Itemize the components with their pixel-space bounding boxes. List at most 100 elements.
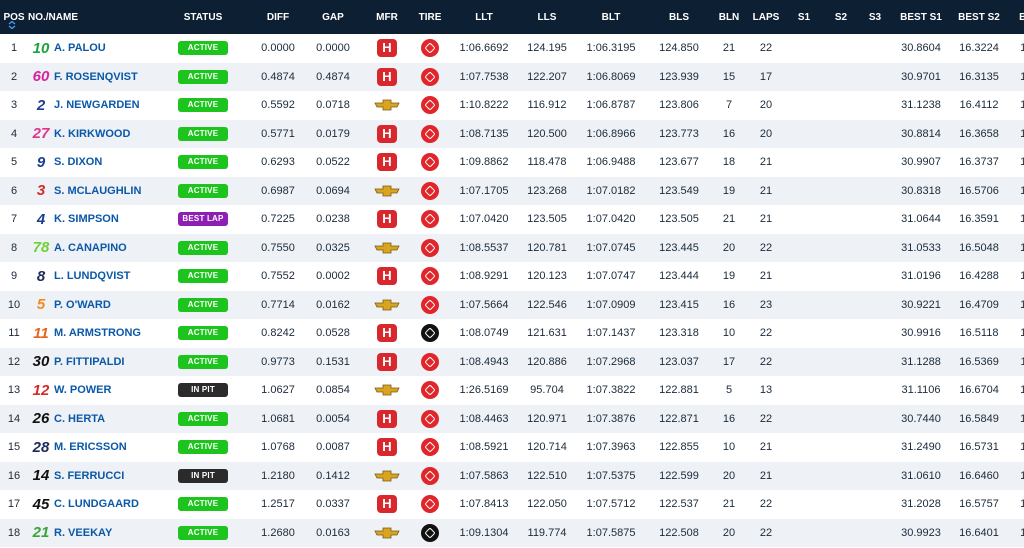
status-badge: IN PIT [178,383,228,398]
red-tire-icon [421,67,439,86]
best-sector-2: 16.4112 [959,99,999,112]
table-row[interactable]: 8 78 A. CANAPINO ACTIVE 0.7550 0.0325 1:08.553… [0,233,1024,263]
tire-cell [412,348,448,377]
sector-3 [858,34,892,63]
table-row[interactable]: 11 11 M. ARMSTRONG ACTIVE 0.8242 0.0528 1:08.0… [0,319,1024,348]
driver-name-link[interactable]: M. ERICSSON [54,433,154,462]
status-badge: ACTIVE [178,411,228,426]
best-lap-time: 1:07.3822 [586,384,636,397]
honda-logo-icon [377,495,397,514]
manufacturer-cell [362,148,412,177]
table-row[interactable]: 18 21 R. VEEKAY ACTIVE 1.2680 0.0163 1:09.1304… [0,518,1024,548]
status-cell: ACTIVE [154,63,252,92]
column-header-tire[interactable]: TIRE [412,0,448,34]
column-header-blt[interactable]: BLT [574,0,648,34]
column-header-s1[interactable]: S1 [784,0,824,34]
best-sector-2: 16.4288 [959,270,999,283]
best-sector-3: 19.6785 [1020,498,1024,511]
laps-completed: 21 [759,469,773,482]
driver-name-link[interactable]: P. FITTIPALDI [54,348,154,377]
table-row[interactable]: 10 5 P. O'WARD ACTIVE 0.7714 0.0162 1:07.5664 1… [0,290,1024,320]
driver-name-link[interactable]: A. PALOU [54,34,154,63]
table-row[interactable]: 14 26C. HERTA ACTIVE 1.0681 0.0054 1:08.4463 1… [0,404,1024,434]
column-header-best-s1[interactable]: BEST S1 [892,0,950,34]
table-row[interactable]: 2 60F. ROSENQVIST ACTIVE 0.4874 0.4874 1:07.7… [0,62,1024,92]
driver-name-link[interactable]: M. ARMSTRONG [54,319,154,348]
column-header-laps[interactable]: LAPS [748,0,784,34]
column-header-lls[interactable]: LLS [520,0,574,34]
sector-1 [784,291,824,320]
driver-name-link[interactable]: S. DIXON [54,148,154,177]
column-header-gap[interactable]: GAP [304,0,362,34]
diff-cell: 0.5771 [261,127,295,140]
column-header-llt[interactable]: LLT [448,0,520,34]
last-lap-speed: 123.505 [527,213,567,226]
driver-name-link[interactable]: P. O'WARD [54,291,154,320]
laps-completed: 21 [759,213,773,226]
best-lap-number: 7 [725,99,733,112]
driver-name-link[interactable]: J. NEWGARDEN [54,91,154,120]
tire-cell [412,234,448,263]
table-row[interactable]: 9 8 L. LUNDQVIST ACTIVE 0.7552 0.0002 1:08.929… [0,262,1024,291]
honda-logo-icon [377,124,397,143]
driver-name-link[interactable]: K. SIMPSON [54,205,154,234]
table-row[interactable]: 3 2 J. NEWGARDEN ACTIVE 0.5592 0.0718 1:10.822… [0,91,1024,120]
table-row[interactable]: 17 45C. LUNDGAARD ACTIVE 1.2517 0.0337 1:07.8… [0,490,1024,519]
position-number: 9 [10,270,18,283]
table-row[interactable]: 1 10A. PALOU ACTIVE 0.0000 0.0000 1:06.6692 12… [0,34,1024,63]
best-sector-1: 31.1288 [901,355,941,368]
column-header-diff[interactable]: DIFF [252,0,304,34]
driver-name-link[interactable]: W. POWER [54,376,154,405]
diff-cell: 0.6987 [261,184,295,197]
last-lap-time: 1:09.8862 [459,156,509,169]
column-header-s2[interactable]: S2 [824,0,858,34]
driver-name-link[interactable]: S. MCLAUGHLIN [54,177,154,206]
chevrolet-logo-icon [374,242,400,254]
driver-name-link[interactable]: S. FERRUCCI [54,462,154,491]
driver-name-link[interactable]: K. KIRKWOOD [54,120,154,149]
table-row[interactable]: 6 3 S. MCLAUGHLIN ACTIVE 0.6987 0.0694 1:07.17… [0,176,1024,206]
column-header-bls[interactable]: BLS [648,0,710,34]
column-header-best-s2[interactable]: BEST S2 [950,0,1008,34]
sector-3 [858,91,892,120]
table-row[interactable]: 4 27K. KIRKWOOD ACTIVE 0.5771 0.0179 1:08.713… [0,119,1024,149]
red-tire-icon [421,39,439,58]
column-header-pos[interactable]: POS [0,0,28,34]
status-cell: ACTIVE [154,234,252,263]
sector-3 [858,405,892,434]
table-row[interactable]: 7 4 K. SIMPSON BEST LAP 0.7225 0.0238 1:07.042… [0,205,1024,234]
status-cell: ACTIVE [154,405,252,434]
last-lap-speed: 120.714 [527,441,567,454]
sector-3 [858,234,892,263]
sector-1 [784,519,824,548]
status-cell: ACTIVE [154,34,252,63]
driver-name-link[interactable]: A. CANAPINO [54,234,154,263]
column-header-status[interactable]: STATUS [154,0,252,34]
driver-name-link[interactable]: F. ROSENQVIST [54,63,154,92]
column-header-s3[interactable]: S3 [858,0,892,34]
diff-cell: 1.2680 [261,526,295,539]
best-lap-time: 1:07.5375 [586,469,636,482]
sort-arrows-icon[interactable] [8,21,16,29]
column-header-bln[interactable]: BLN [710,0,748,34]
status-cell: ACTIVE [154,348,252,377]
table-row[interactable]: 5 9 S. DIXON ACTIVE 0.6293 0.0522 1:09.8862 118… [0,148,1024,177]
table-row[interactable]: 12 30P. FITTIPALDI ACTIVE 0.9773 0.1531 1:08.… [0,347,1024,377]
column-header-name[interactable]: NO./NAME [28,0,154,34]
status-cell: ACTIVE [154,148,252,177]
position-cell: 6 [0,177,28,206]
driver-name-link[interactable]: R. VEEKAY [54,519,154,548]
column-header-best-s3[interactable]: BEST S3 [1008,0,1024,34]
position-cell: 1 [0,34,28,63]
status-badge: ACTIVE [178,497,228,512]
best-lap-time: 1:07.0747 [586,270,636,283]
sector-1 [784,91,824,120]
table-row[interactable]: 15 28M. ERICSSON ACTIVE 1.0768 0.0087 1:08.59… [0,433,1024,462]
driver-name-link[interactable]: C. LUNDGAARD [54,490,154,519]
driver-name-link[interactable]: C. HERTA [54,405,154,434]
table-row[interactable]: 13 12 W. POWER IN PIT 1.0627 0.0854 1:26.5169 9… [0,376,1024,405]
column-header-mfr[interactable]: MFR [362,0,412,34]
driver-name-link[interactable]: L. LUNDQVIST [54,262,154,291]
position-cell: 17 [0,490,28,519]
table-row[interactable]: 16 14 S. FERRUCCI IN PIT 1.2180 0.1412 1:07.58… [0,461,1024,491]
